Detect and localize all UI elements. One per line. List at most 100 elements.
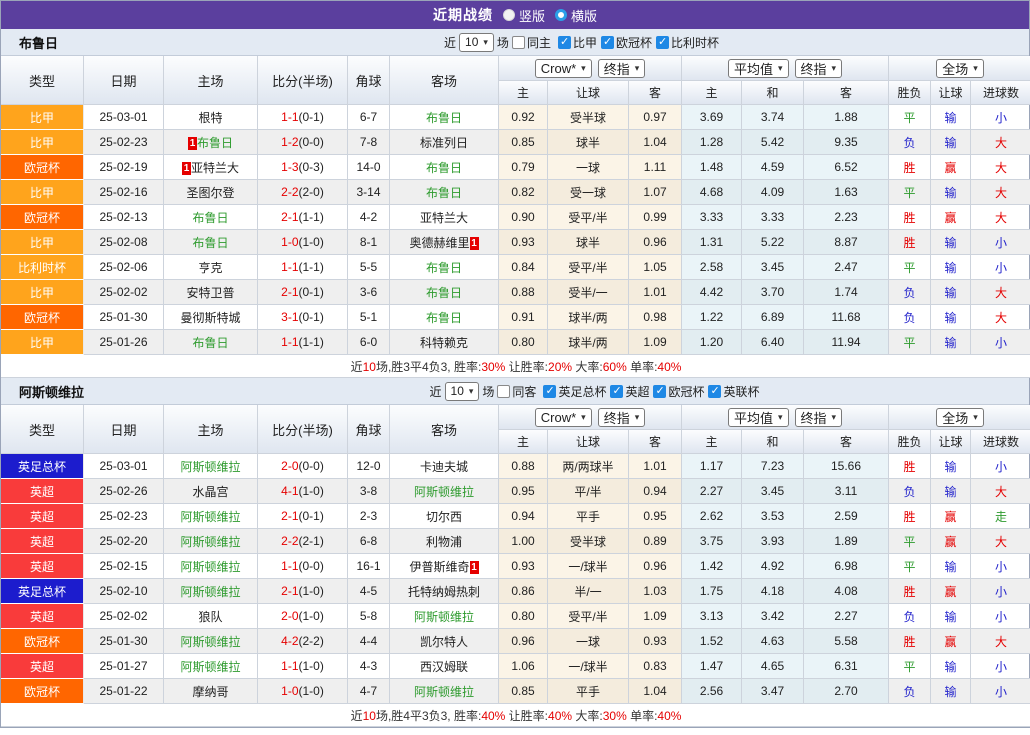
games-suffix-label: 场 <box>482 383 494 400</box>
avg-draw: 3.74 <box>742 105 804 130</box>
avg-away: 9.35 <box>804 130 889 155</box>
score-cell: 2-0(0-0) <box>258 454 348 479</box>
checkbox-checked-icon[interactable] <box>656 36 669 49</box>
handicap-result-cell: 输 <box>931 230 971 255</box>
home-team: 阿斯顿维拉 <box>164 454 258 479</box>
odds-away: 0.89 <box>629 529 682 554</box>
match-row: 比甲 25-02-23 1布鲁日 1-2(0-0) 7-8 标准列日 0.85 … <box>1 130 1030 155</box>
radio-horizontal-label: 横版 <box>571 6 597 25</box>
odds-stage-select[interactable]: 终指▾ <box>598 59 646 78</box>
checkbox-unchecked-icon[interactable] <box>512 36 525 49</box>
result-cell: 负 <box>889 679 931 704</box>
col-avg-home: 主 <box>682 81 742 105</box>
league-label: 英联杯 <box>723 383 759 400</box>
odds-source-select[interactable]: Crow*▾ <box>535 408 592 427</box>
league-checkbox[interactable]: 比甲 <box>558 34 597 51</box>
radio-horizontal-icon[interactable] <box>555 9 567 21</box>
filters-bar: 近 10▾ 场 同客 英足总杯英超欧冠杯英联杯 <box>430 382 760 401</box>
match-row: 欧冠杯 25-01-30 曼彻斯特城 3-1(0-1) 5-1 布鲁日 0.91… <box>1 305 1030 330</box>
match-row: 英超 25-02-20 阿斯顿维拉 2-2(2-1) 6-8 利物浦 1.00 … <box>1 529 1030 554</box>
layout-vertical-option[interactable]: 竖版 <box>503 6 545 25</box>
checkbox-checked-icon[interactable] <box>543 385 556 398</box>
team-name-text: 奥德赫维里 <box>409 236 469 250</box>
away-team: 布鲁日 <box>390 105 499 130</box>
avg-home: 3.33 <box>682 205 742 230</box>
odds-handicap: 受平/半 <box>548 205 629 230</box>
team-name-text: 水晶宫 <box>192 485 228 499</box>
away-team: 托特纳姆热刺 <box>390 579 499 604</box>
result-cell: 平 <box>889 529 931 554</box>
games-count-select[interactable]: 10▾ <box>445 382 480 401</box>
average-select[interactable]: 平均值▾ <box>728 59 789 78</box>
checkbox-checked-icon[interactable] <box>653 385 666 398</box>
checkbox-checked-icon[interactable] <box>610 385 623 398</box>
col-avg-draw: 和 <box>742 81 804 105</box>
goals-result-cell: 小 <box>971 255 1030 280</box>
average-stage-select[interactable]: 终指▾ <box>795 59 843 78</box>
goals-result-cell: 小 <box>971 679 1030 704</box>
away-team: 布鲁日 <box>390 180 499 205</box>
checkbox-unchecked-icon[interactable] <box>497 385 510 398</box>
col-corner: 角球 <box>348 405 390 454</box>
handicap-result-cell: 输 <box>931 479 971 504</box>
matches-table: 类型 日期 主场 比分(半场) 角球 客场 Crow*▾ 终指▾ 平均值 <box>1 56 1030 378</box>
team-name-text: 布鲁日 <box>426 111 462 125</box>
same-venue-checkbox[interactable]: 同主 <box>512 34 551 51</box>
scope-select[interactable]: 全场▾ <box>936 59 984 78</box>
layout-horizontal-option[interactable]: 横版 <box>555 6 597 25</box>
odds-source-select[interactable]: Crow*▾ <box>535 59 592 78</box>
scope-select[interactable]: 全场▾ <box>936 408 984 427</box>
match-row: 英足总杯 25-02-10 阿斯顿维拉 2-1(1-0) 4-5 托特纳姆热刺 … <box>1 579 1030 604</box>
score-cell: 1-3(0-3) <box>258 155 348 180</box>
radio-vertical-icon[interactable] <box>503 9 515 21</box>
odds-handicap: 一球 <box>548 629 629 654</box>
score-cell: 4-2(2-2) <box>258 629 348 654</box>
same-venue-checkbox[interactable]: 同客 <box>497 383 536 400</box>
league-checkbox[interactable]: 英足总杯 <box>543 383 606 400</box>
result-cell: 胜 <box>889 504 931 529</box>
match-row: 英超 25-02-23 阿斯顿维拉 2-1(0-1) 2-3 切尔西 0.94 … <box>1 504 1030 529</box>
away-team: 卡迪夫城 <box>390 454 499 479</box>
league-checkbox[interactable]: 比利时杯 <box>656 34 719 51</box>
chevron-down-icon: ▾ <box>469 386 474 397</box>
league-checkbox[interactable]: 欧冠杯 <box>601 34 652 51</box>
score-cell: 1-1(0-0) <box>258 554 348 579</box>
checkbox-checked-icon[interactable] <box>601 36 614 49</box>
team-name: 阿斯顿维拉 <box>19 382 84 401</box>
goals-result-cell: 大 <box>971 479 1030 504</box>
league-checkbox[interactable]: 英联杯 <box>708 383 759 400</box>
match-date: 25-01-30 <box>84 305 164 330</box>
odds-handicap: 受一球 <box>548 180 629 205</box>
avg-draw: 3.93 <box>742 529 804 554</box>
team-name-text: 亚特兰大 <box>420 211 468 225</box>
avg-draw: 4.59 <box>742 155 804 180</box>
games-count-select[interactable]: 10▾ <box>459 33 494 52</box>
competition-badge: 比利时杯 <box>1 255 84 280</box>
page-title: 近期战绩 <box>433 5 493 25</box>
corner-score: 14-0 <box>348 155 390 180</box>
avg-home: 2.62 <box>682 504 742 529</box>
checkbox-checked-icon[interactable] <box>708 385 721 398</box>
goals-result-cell: 大 <box>971 529 1030 554</box>
away-team: 凯尔特人 <box>390 629 499 654</box>
corner-score: 4-7 <box>348 679 390 704</box>
team-name-text: 托特纳姆热刺 <box>408 585 480 599</box>
filters-bar: 近 10▾ 场 同主 比甲欧冠杯比利时杯 <box>444 33 719 52</box>
match-row: 比甲 25-02-02 安特卫普 2-1(0-1) 3-6 布鲁日 0.88 受… <box>1 280 1030 305</box>
near-label: 近 <box>444 34 456 51</box>
match-row: 比甲 25-02-08 布鲁日 1-0(1-0) 8-1 奥德赫维里1 0.93… <box>1 230 1030 255</box>
average-stage-select[interactable]: 终指▾ <box>795 408 843 427</box>
team-section: 阿斯顿维拉 近 10▾ 场 同客 英足总杯英超欧冠杯英联杯 <box>1 378 1029 727</box>
away-team: 布鲁日 <box>390 280 499 305</box>
competition-badge: 比甲 <box>1 130 84 155</box>
competition-badge: 英超 <box>1 554 84 579</box>
score-cell: 4-1(1-0) <box>258 479 348 504</box>
team-name-text: 布鲁日 <box>426 186 462 200</box>
team-name-text: 布鲁日 <box>192 211 228 225</box>
average-select[interactable]: 平均值▾ <box>728 408 789 427</box>
odds-home: 0.85 <box>499 130 548 155</box>
odds-stage-select[interactable]: 终指▾ <box>598 408 646 427</box>
checkbox-checked-icon[interactable] <box>558 36 571 49</box>
league-checkbox[interactable]: 欧冠杯 <box>653 383 704 400</box>
league-checkbox[interactable]: 英超 <box>610 383 649 400</box>
